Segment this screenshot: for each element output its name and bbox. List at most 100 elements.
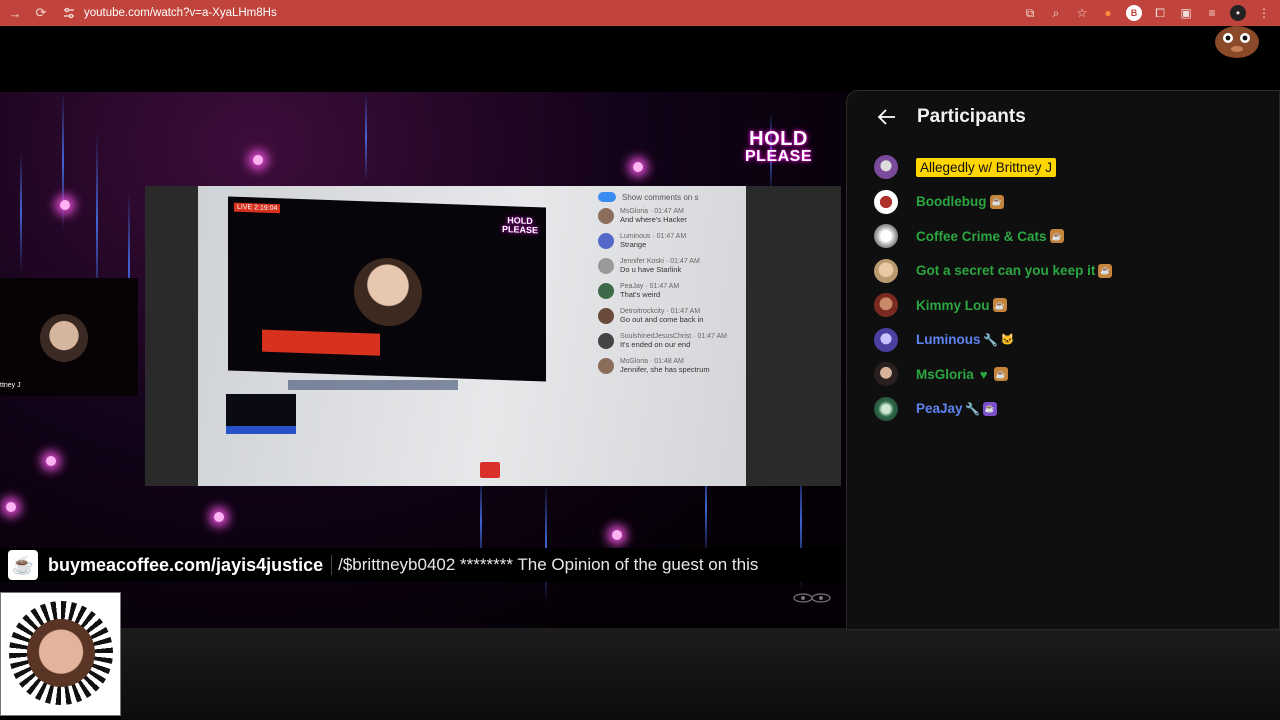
glow-dot — [214, 512, 224, 522]
site-settings-icon[interactable] — [62, 6, 76, 20]
wrench-icon: 🔧 — [983, 332, 998, 347]
studio-toolbar — [288, 380, 458, 390]
embedded-hold-logo: HOLD PLEASE — [501, 215, 538, 236]
glow-dot — [60, 200, 70, 210]
glow-dot — [633, 162, 643, 172]
show-comments-toggle: Show comments on s — [598, 192, 746, 202]
panel-header: Participants — [847, 91, 1279, 143]
light-streak — [62, 92, 64, 232]
hold-text: HOLD — [749, 128, 808, 150]
extension-fox-icon[interactable]: ● — [1100, 5, 1116, 21]
participant-name[interactable]: Coffee Crime & Cats — [916, 229, 1047, 244]
avatar[interactable] — [874, 224, 898, 249]
participant-name[interactable]: MsGloria — [916, 367, 974, 382]
guest-camera: ttney J — [0, 278, 138, 396]
host-face — [27, 619, 95, 687]
embedded-stream: LIVE 2:19:04 HOLD PLEASE — [228, 196, 546, 382]
participant-name[interactable]: Kimmy Lou — [916, 298, 990, 313]
ticker-link: buymeacoffee.com/jayis4justice — [48, 554, 324, 575]
embedded-guest-face — [354, 256, 422, 328]
ticker-bar: ☕ buymeacoffee.com/jayis4justice /$britt… — [0, 548, 848, 582]
light-streak — [365, 92, 367, 182]
glow-dot — [253, 155, 263, 165]
glow-dot — [612, 530, 622, 540]
guest-tile — [226, 394, 296, 434]
ticker-divider — [331, 555, 333, 575]
leave-button — [480, 462, 500, 478]
extensions-puzzle-icon[interactable]: ⧠ — [1152, 5, 1168, 21]
live-badge: LIVE 2:19:04 — [234, 202, 281, 214]
please-text: PLEASE — [745, 148, 813, 165]
profile-avatar-icon[interactable]: • — [1230, 5, 1246, 21]
zoom-icon[interactable]: ⌕ — [1048, 5, 1064, 21]
member-badge-icon: ☕ — [993, 367, 1008, 382]
participant-name[interactable]: Got a secret can you keep it — [916, 263, 1095, 278]
chat-message: MsGloria · 01:48 AM Jennifer, she has spe… — [598, 358, 746, 374]
participant-name[interactable]: PeaJay — [916, 401, 963, 416]
avatar[interactable] — [874, 258, 898, 283]
participant-name[interactable]: Boodlebug — [916, 194, 987, 209]
heart-icon: ♥ — [979, 366, 988, 382]
back-arrow-icon[interactable] — [875, 105, 899, 129]
participant-list: Allegedly w/ Brittney J Boodlebug ☕ Coff… — [847, 143, 1279, 426]
guest-name-label: ttney J — [0, 382, 21, 389]
shared-screen: LIVE 2:19:04 HOLD PLEASE Show comments on… — [145, 186, 841, 486]
light-streak — [20, 152, 22, 272]
chat-message: Jennifer Koski · 01:47 AM Do u have Starl… — [598, 258, 746, 274]
participant-item[interactable]: Kimmy Lou ☕ — [847, 288, 1279, 323]
host-camera — [0, 592, 121, 716]
chat-message: Detroitrockcity · 01:47 AM Go out and com… — [598, 308, 746, 324]
avatar[interactable] — [874, 155, 898, 180]
address-bar[interactable]: youtube.com/watch?v=a-XyaLHm8Hs — [62, 2, 277, 24]
participant-item[interactable]: Coffee Crime & Cats ☕ — [847, 219, 1279, 254]
chat-message: Luminous · 01:47 AM Strange — [598, 233, 746, 249]
coffee-cup-icon: ☕ — [8, 550, 38, 580]
avatar[interactable] — [874, 396, 898, 421]
ticker-text: /$brittneyb0402 ******** The Opinion of … — [338, 555, 759, 574]
chat-message: MsGloria · 01:47 AM And where's Hacker — [598, 208, 746, 224]
participant-item[interactable]: Boodlebug ☕ — [847, 185, 1279, 220]
panel-title: Participants — [917, 106, 1026, 127]
avatar[interactable] — [874, 362, 898, 387]
member-badge-icon: ☕ — [992, 298, 1007, 313]
cast-icon[interactable]: ⧉ — [1022, 5, 1038, 21]
participant-name[interactable]: Luminous — [916, 332, 981, 347]
hold-please-logo: HOLD PLEASE — [745, 128, 813, 166]
menu-kebab-icon[interactable]: ⋮ — [1256, 5, 1272, 21]
superchat-banner — [262, 329, 380, 356]
screen-capture: LIVE 2:19:04 HOLD PLEASE Show comments on… — [198, 186, 746, 486]
sidepanel-icon[interactable]: ▣ — [1178, 5, 1194, 21]
avatar[interactable] — [874, 293, 898, 318]
browser-toolbar: → ⟳ youtube.com/watch?v=a-XyaLHm8Hs ⧉ ⌕ … — [0, 0, 1280, 26]
guest-face — [40, 314, 88, 362]
watermark-eyes-icon — [793, 593, 831, 603]
participant-item[interactable]: Allegedly w/ Brittney J — [847, 150, 1279, 185]
chat-message: PeaJay · 01:47 AM That's weird — [598, 283, 746, 299]
background-foliage — [121, 628, 1280, 720]
channel-mascot-icon — [1215, 26, 1259, 58]
cat-badge-icon: 🐱 — [1000, 334, 1015, 347]
avatar[interactable] — [874, 327, 898, 352]
glow-dot — [6, 502, 16, 512]
light-streak — [545, 482, 547, 602]
url-text[interactable]: youtube.com/watch?v=a-XyaLHm8Hs — [84, 7, 277, 19]
reload-button[interactable]: ⟳ — [30, 2, 52, 24]
participant-name[interactable]: Allegedly w/ Brittney J — [916, 157, 1057, 177]
member-badge-icon: ☕ — [982, 401, 997, 416]
forward-button[interactable]: → — [4, 2, 26, 24]
participant-item[interactable]: MsGloria ♥ ☕ — [847, 357, 1279, 392]
avatar[interactable] — [874, 189, 898, 214]
participant-item[interactable]: PeaJay 🔧 ☕ — [847, 392, 1279, 427]
member-badge-icon: ☕ — [1049, 229, 1064, 244]
glow-dot — [46, 456, 56, 466]
chat-message: SoulshinedJesusChrist · 01:47 AM It's end… — [598, 333, 746, 349]
member-badge-icon: ☕ — [989, 194, 1004, 209]
bookmark-star-icon[interactable]: ☆ — [1074, 5, 1090, 21]
extension-b-icon[interactable]: B — [1126, 5, 1142, 21]
participant-item[interactable]: Got a secret can you keep it ☕ — [847, 254, 1279, 289]
reading-list-icon[interactable]: ≡ — [1204, 5, 1220, 21]
participants-panel: Participants Allegedly w/ Brittney J Boo… — [846, 90, 1280, 630]
member-badge-icon: ☕ — [1098, 263, 1113, 278]
participant-item[interactable]: Luminous 🔧 🐱 — [847, 323, 1279, 358]
embedded-chat: Show comments on s MsGloria · 01:47 AM An… — [598, 192, 746, 482]
